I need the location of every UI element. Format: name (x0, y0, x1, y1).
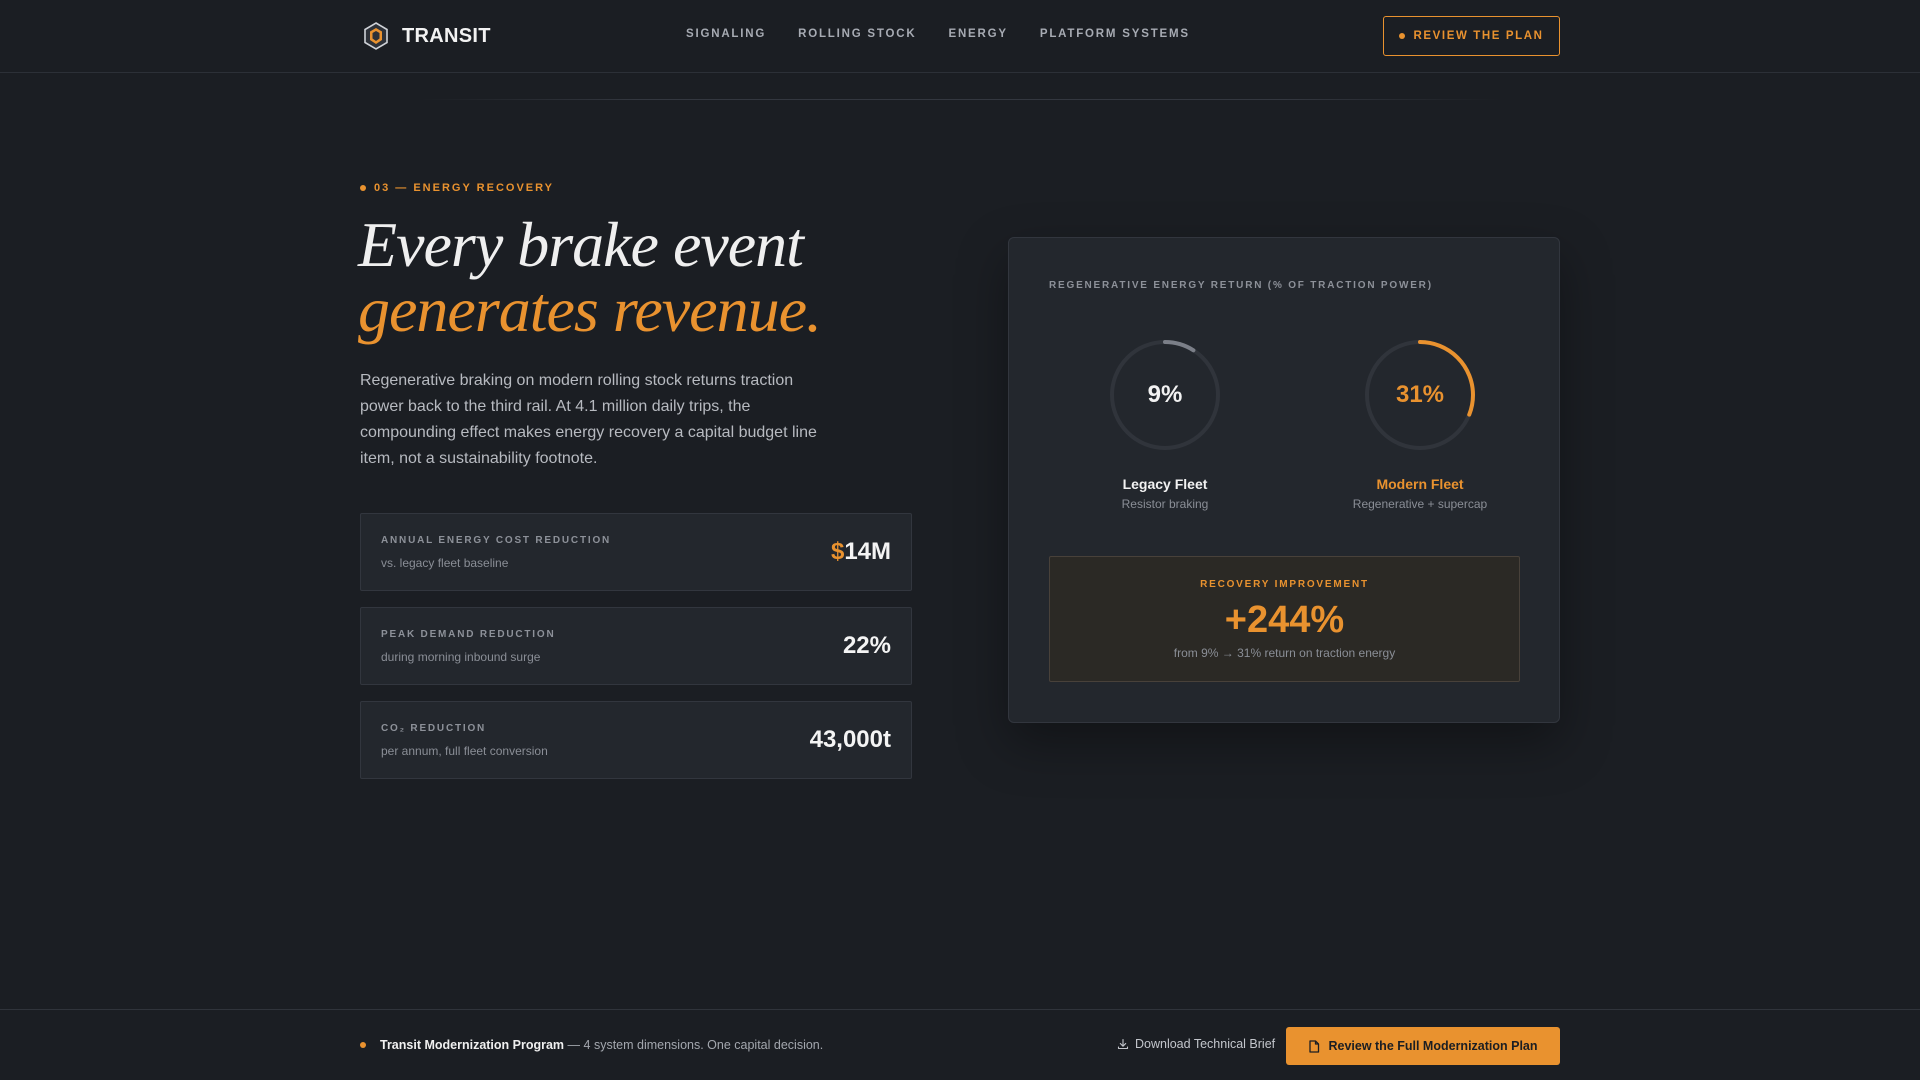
nav-item-signaling[interactable]: SIGNALING (686, 28, 766, 40)
program-tail: — 4 system dimensions. One capital decis… (567, 1038, 824, 1052)
download-label: Download Technical Brief (1135, 1037, 1276, 1051)
metric-value: 43,000t (809, 726, 891, 753)
review-plan-button[interactable]: REVIEW THE PLAN (1383, 16, 1560, 56)
headline-line-2: generates revenue. (358, 274, 822, 345)
program-name: Transit Modernization Program (380, 1038, 565, 1052)
headline-line-1: Every brake event (358, 209, 804, 280)
recovery-improvement-box: RECOVERY IMPROVEMENT +244% from 9% → 31%… (1049, 556, 1520, 682)
gauge-name: Modern Fleet (1376, 476, 1464, 492)
currency-symbol: $ (830, 538, 845, 565)
gauge-modern-fleet: 31% Modern Fleet Regenerative + supercap (1300, 338, 1540, 518)
intro-paragraph: Regenerative braking on modern rolling s… (360, 372, 817, 467)
metric-sub: during morning inbound surge (381, 650, 541, 664)
gauge-sub: Resistor braking (1121, 497, 1209, 511)
metric-card-peak-demand: PEAK DEMAND REDUCTION during morning inb… (360, 607, 912, 685)
top-nav-bar: TRANSIT SIGNALING ROLLING STOCK ENERGY P… (0, 0, 1920, 73)
review-full-plan-label: Review the Full Modernization Plan (1328, 1039, 1538, 1053)
card-title: REGENERATIVE ENERGY RETURN (% OF TRACTIO… (1049, 280, 1433, 291)
metric-label: ANNUAL ENERGY COST REDUCTION (381, 535, 612, 546)
improvement-sub: from 9% → 31% return on traction energy (1173, 646, 1396, 660)
gauge-legacy-fleet: 9% Legacy Fleet Resistor braking (1045, 338, 1285, 518)
document-icon (1309, 1039, 1320, 1053)
divider (420, 99, 1500, 100)
review-full-plan-button[interactable]: Review the Full Modernization Plan (1286, 1027, 1560, 1065)
gauge-value: 9% (1147, 381, 1183, 408)
energy-return-card: REGENERATIVE ENERGY RETURN (% OF TRACTIO… (1008, 237, 1560, 723)
improvement-label: RECOVERY IMPROVEMENT (1200, 579, 1369, 590)
sticky-footer-bar: Transit Modernization Program — 4 system… (0, 1009, 1920, 1080)
nav-item-energy[interactable]: ENERGY (948, 28, 1007, 40)
download-icon (1117, 1038, 1129, 1050)
metric-label: PEAK DEMAND REDUCTION (381, 629, 556, 640)
dot-icon (360, 185, 366, 191)
metric-value: $14M (831, 538, 891, 566)
gauge-value: 31% (1395, 381, 1445, 408)
metric-label: CO₂ REDUCTION (381, 723, 487, 734)
brand-name: TRANSIT (402, 24, 491, 47)
brand[interactable]: TRANSIT (360, 20, 491, 52)
eyebrow-label: 03 — ENERGY RECOVERY (374, 182, 554, 194)
page-title: Every brake event generates revenue. (358, 212, 978, 342)
metric-card-energy-cost: ANNUAL ENERGY COST REDUCTION vs. legacy … (360, 513, 912, 591)
improvement-value: +244% (1224, 599, 1345, 641)
download-brief-link[interactable]: Download Technical Brief (1117, 1037, 1275, 1051)
gauge-name: Legacy Fleet (1122, 476, 1208, 492)
section-eyebrow: 03 — ENERGY RECOVERY (360, 182, 554, 194)
main-nav: SIGNALING ROLLING STOCK ENERGY PLATFORM … (686, 28, 1190, 40)
dot-icon (1399, 33, 1406, 39)
metric-sub: per annum, full fleet conversion (381, 744, 548, 758)
review-plan-label: REVIEW THE PLAN (1413, 30, 1544, 42)
metric-value: 22% (842, 632, 891, 659)
metric-card-co2: CO₂ REDUCTION per annum, full fleet conv… (360, 701, 912, 779)
hexagon-shield-icon (364, 22, 388, 50)
program-text: Transit Modernization Program — 4 system… (380, 1038, 823, 1052)
program-summary: Transit Modernization Program — 4 system… (360, 1038, 823, 1052)
gauge-sub: Regenerative + supercap (1352, 497, 1488, 511)
metric-number: 14M (844, 538, 891, 565)
nav-item-platform-systems[interactable]: PLATFORM SYSTEMS (1040, 28, 1190, 40)
metric-sub: vs. legacy fleet baseline (381, 556, 509, 570)
dot-icon (360, 1042, 366, 1048)
nav-item-rolling-stock[interactable]: ROLLING STOCK (798, 28, 916, 40)
